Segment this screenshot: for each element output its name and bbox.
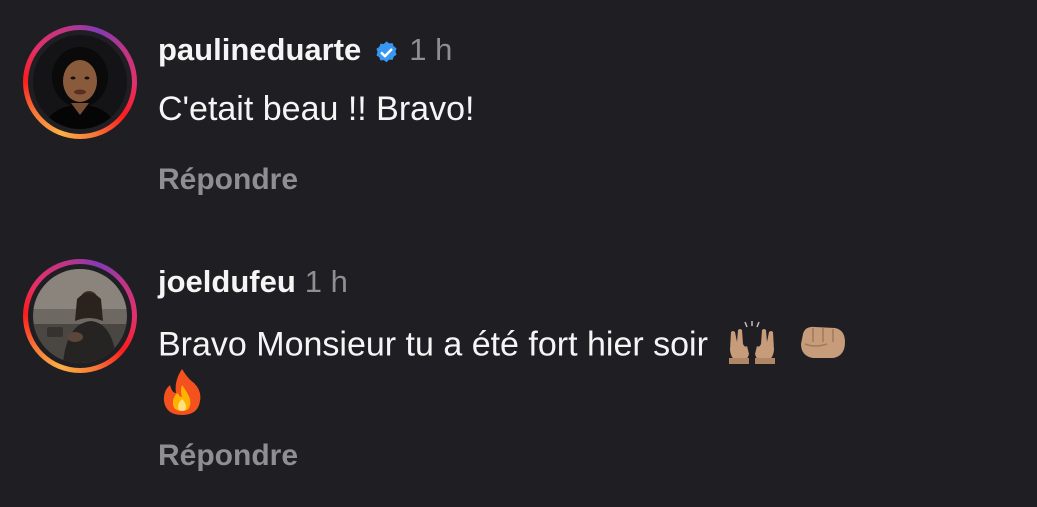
story-ring-avatar[interactable] [23, 25, 137, 139]
story-ring-avatar[interactable] [23, 259, 137, 373]
comment-timestamp: 1 h [409, 32, 453, 67]
comment-item: paulineduarte 1 h C'etait beau !! Bravo!… [0, 0, 1037, 230]
comment-header: joeldufeu 1 h [158, 264, 348, 300]
comment-text-body: Bravo Monsieur tu a été fort hier soir [158, 325, 708, 364]
avatar[interactable] [33, 269, 127, 363]
oncoming-fist-emoji-icon [795, 320, 849, 373]
reply-button[interactable]: Répondre [158, 162, 298, 198]
comment-header: paulineduarte 1 h [158, 32, 452, 68]
comment-text: C'etait beau !! Bravo! [158, 90, 475, 128]
comment-text: Bravo Monsieur tu a été fort hier soir [158, 320, 849, 373]
raising-hands-emoji-icon [725, 320, 779, 373]
comment-text-continuation [158, 367, 206, 426]
reply-button[interactable]: Répondre [158, 438, 298, 474]
username-link[interactable]: paulineduarte [158, 32, 361, 68]
avatar[interactable] [33, 35, 127, 129]
fire-emoji-icon [158, 367, 206, 426]
comment-timestamp: 1 h [304, 264, 348, 299]
verified-badge-icon [373, 37, 400, 64]
comment-item: joeldufeu 1 h Bravo Monsieur tu a été fo… [0, 230, 1037, 507]
username-link[interactable]: joeldufeu [158, 264, 296, 300]
